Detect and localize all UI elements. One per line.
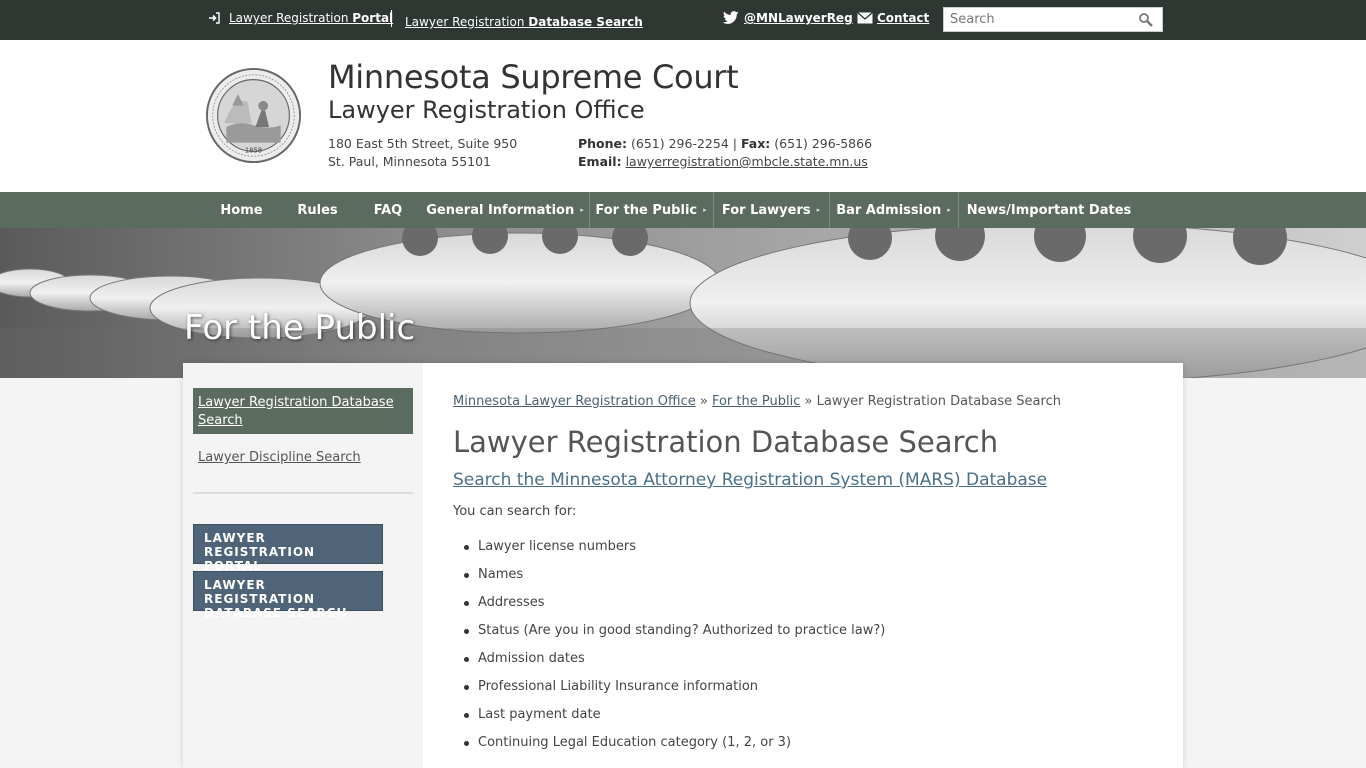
list-item: Lawyer license numbers (463, 539, 885, 567)
office-contact: Phone: (651) 296-2254 | Fax: (651) 296-5… (578, 135, 872, 171)
office-address: 180 East 5th Street, Suite 950 St. Paul,… (328, 135, 517, 171)
fax-label: Fax: (740, 136, 771, 151)
db-search-link-group[interactable]: Lawyer Registration Database Search (405, 11, 643, 30)
portal-link[interactable]: Lawyer Registration Portal (229, 11, 393, 25)
seal-year: 1858 (245, 146, 262, 154)
nav-item-faq[interactable]: FAQ (355, 192, 421, 228)
breadcrumb-separator: » (804, 394, 813, 409)
sidebar-item-label[interactable]: Lawyer Discipline Search (198, 450, 361, 465)
nav-item-for-the-public[interactable]: For the Public ▸ (589, 192, 713, 228)
nav-label: FAQ (373, 202, 403, 218)
breadcrumb-current: Lawyer Registration Database Search (816, 394, 1061, 409)
nav-label: Home (220, 202, 263, 218)
mars-database-link[interactable]: Search the Minnesota Attorney Registrati… (453, 470, 1047, 490)
search-input[interactable] (944, 8, 1129, 31)
caret-down-icon: ▸ (947, 206, 951, 214)
intro-text: You can search for: (453, 504, 577, 519)
site-subtitle: Lawyer Registration Office (328, 96, 645, 124)
list-item: Names (463, 567, 885, 595)
caret-down-icon: ▸ (816, 206, 821, 214)
nav-item-bar-admission[interactable]: Bar Admission ▸ (829, 192, 958, 228)
twitter-handle: @MNLawyerReg (744, 11, 853, 25)
nav-item-home[interactable]: Home (203, 192, 280, 228)
breadcrumb-parent[interactable]: For the Public (712, 394, 800, 409)
twitter-icon (722, 11, 739, 24)
search-box (943, 7, 1163, 32)
address-line-2: St. Paul, Minnesota 55101 (328, 154, 492, 169)
nav-label: For Lawyers (721, 202, 811, 218)
nav-item-general-information[interactable]: General Information ▸ (421, 192, 589, 228)
top-bar: Lawyer Registration Portal Lawyer Regist… (0, 0, 1366, 40)
phone-number: (651) 296-2254 (631, 136, 729, 151)
columns-banner-image (0, 228, 1366, 378)
site-title: Minnesota Supreme Court (328, 58, 739, 96)
caret-down-icon: ▸ (703, 206, 707, 214)
db-search-button[interactable]: Lawyer Registration Database Search (193, 571, 383, 620)
sidebar-item-discipline-search[interactable]: Lawyer Discipline Search (198, 450, 361, 465)
list-item: Admission dates (463, 651, 885, 679)
portal-link-prefix: Lawyer Registration (229, 11, 353, 25)
phone-label: Phone: (578, 136, 628, 151)
nav-label: Rules (297, 202, 338, 218)
login-icon (209, 12, 220, 24)
contact-link[interactable]: Contact (877, 11, 929, 25)
topbar-divider (391, 10, 392, 27)
banner-title: For the Public (184, 308, 416, 348)
minnesota-seal-logo[interactable]: 1858 (205, 67, 302, 164)
fax-number: (651) 296-5866 (774, 136, 873, 151)
portal-button[interactable]: Lawyer Registration Portal (193, 524, 383, 573)
page-banner: For the Public (0, 228, 1366, 378)
db-search-link[interactable]: Lawyer Registration Database Search (405, 15, 643, 29)
list-item: Professional Liability Insurance informa… (463, 679, 885, 707)
portal-link-group[interactable]: Lawyer Registration Portal (208, 11, 393, 25)
contact-link-group[interactable]: Contact (857, 11, 929, 25)
breadcrumb: Minnesota Lawyer Registration Office » F… (453, 394, 1061, 409)
main-content: Minnesota Lawyer Registration Office » F… (453, 363, 1173, 768)
portal-link-bold: Portal (352, 11, 394, 25)
nav-label: Bar Admission (836, 202, 942, 218)
sidebar: Lawyer Registration Database Search Lawy… (183, 363, 423, 768)
phone-fax-line: Phone: (651) 296-2254 | Fax: (651) 296-5… (578, 136, 873, 151)
twitter-link-group[interactable]: @MNLawyerReg (722, 11, 853, 25)
sidebar-item-db-search[interactable]: Lawyer Registration Database Search (193, 388, 413, 434)
breadcrumb-home[interactable]: Minnesota Lawyer Registration Office (453, 394, 696, 409)
mars-link-wrapper: Search the Minnesota Attorney Registrati… (453, 470, 1047, 490)
db-link-prefix: Lawyer Registration (405, 15, 529, 29)
nav-item-news-important-dates[interactable]: News/Important Dates (958, 192, 1140, 228)
email-line: Email: lawyerregistration@mbcle.state.mn… (578, 153, 872, 171)
twitter-link[interactable]: @MNLawyerReg (744, 11, 853, 25)
list-item: Last payment date (463, 707, 885, 735)
content-wrapper: Lawyer Registration Database Search Lawy… (183, 363, 1183, 768)
list-item: Addresses (463, 595, 885, 623)
contact-label: Contact (877, 11, 930, 25)
email-label: Email: (578, 154, 622, 169)
search-icon[interactable] (1138, 12, 1154, 28)
sidebar-divider (193, 492, 413, 494)
nav-item-for-lawyers[interactable]: For Lawyers ▸ (713, 192, 829, 228)
list-item: Continuing Legal Education category (1, … (463, 735, 885, 763)
page-title: Lawyer Registration Database Search (453, 425, 999, 459)
nav-label: For the Public (595, 202, 698, 218)
main-nav: Home Rules FAQ General Information ▸ For … (0, 192, 1366, 228)
search-options-list: Lawyer license numbers Names Addresses S… (463, 539, 885, 763)
nav-label: General Information (426, 202, 575, 218)
envelope-icon (857, 12, 873, 24)
list-item: Status (Are you in good standing? Author… (463, 623, 885, 651)
db-link-bold: Database Search (528, 15, 643, 29)
sidebar-item-label[interactable]: Lawyer Registration Database Search (198, 395, 394, 428)
site-header: 1858 Minnesota Supreme Court Lawyer Regi… (0, 40, 1366, 192)
nav-item-rules[interactable]: Rules (280, 192, 355, 228)
caret-down-icon: ▸ (580, 206, 584, 214)
email-link[interactable]: lawyerregistration@mbcle.state.mn.us (626, 154, 868, 169)
breadcrumb-separator: » (699, 394, 708, 409)
address-line-1: 180 East 5th Street, Suite 950 (328, 136, 518, 151)
nav-label: News/Important Dates (966, 202, 1132, 218)
